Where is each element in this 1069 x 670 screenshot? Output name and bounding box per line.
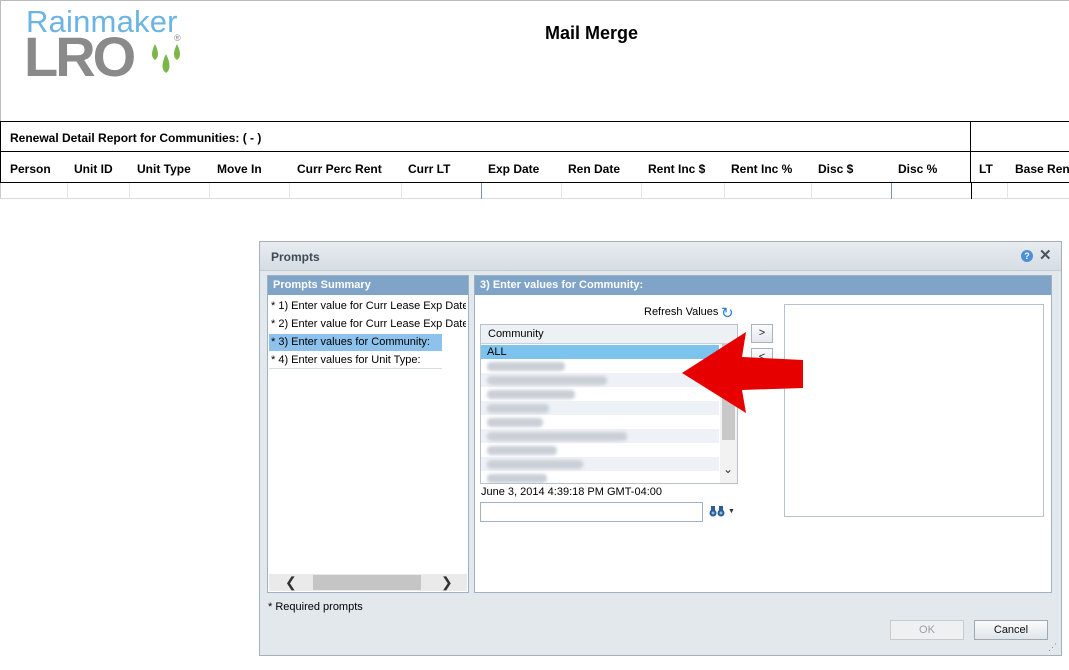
ok-button[interactable]: OK [890,620,964,640]
binoculars-icon[interactable] [709,505,725,520]
report-header-row: Person Unit ID Unit Type Move In Curr Pe… [0,152,1069,183]
close-icon[interactable]: ✕ [1039,246,1052,264]
list-item[interactable] [481,471,719,483]
column-header-person: Person [10,162,51,176]
horizontal-scrollbar[interactable]: ❮ ❯ [269,574,467,591]
prompt-item-community[interactable]: * 3) Enter values for Community: [269,334,442,351]
refresh-values-label[interactable]: Refresh Values [644,306,718,318]
dialog-titlebar[interactable]: Prompts ? ✕ [260,242,1061,271]
list-item[interactable] [481,443,719,457]
refresh-icon[interactable]: ↻ [721,304,734,322]
report-caption: Renewal Detail Report for Communities: (… [10,131,262,145]
column-header-unit-type: Unit Type [137,162,191,176]
cancel-button[interactable]: Cancel [974,620,1048,640]
cell-divider [289,183,290,199]
column-header-lt: LT [979,162,993,176]
prompts-dialog: Prompts ? ✕ Prompts Summary * 1) Enter v… [259,241,1062,656]
column-header-rent-inc-dollar: Rent Inc $ [648,162,706,176]
scrollbar-thumb[interactable] [313,575,421,590]
report-caption-row: Renewal Detail Report for Communities: (… [0,121,1069,152]
cell-divider [401,183,402,199]
dialog-title: Prompts [271,250,320,264]
search-input[interactable] [480,502,703,522]
column-header-rent-inc-pct: Rent Inc % [731,162,793,176]
prompts-summary-panel: Prompts Summary * 1) Enter value for Cur… [267,275,469,593]
cell-divider [561,183,562,199]
column-header-exp-date: Exp Date [488,162,540,176]
cell-divider [67,183,68,199]
column-header-disc-pct: Disc % [898,162,938,176]
list-item[interactable] [481,457,719,471]
page-title: Mail Merge [544,23,639,43]
cell-divider [891,183,892,199]
cell-divider [724,183,725,199]
prompts-summary-header: Prompts Summary [268,276,468,295]
resize-grip-icon[interactable]: ⋰ [1048,642,1057,653]
prompt-item-curr-lease-exp-date-2[interactable]: * 2) Enter value for Curr Lease Exp Date [269,316,466,333]
red-arrow-annotation [682,332,803,413]
list-item[interactable] [481,415,719,429]
column-header-curr-perc-rent: Curr Perc Rent [297,162,382,176]
cell-divider [129,183,130,199]
column-header-move-in: Move In [217,162,262,176]
cell-divider [1007,183,1008,199]
chevron-down-icon[interactable]: ▼ [728,508,735,515]
column-header-disc-dollar: Disc $ [818,162,854,176]
cell-divider [811,183,812,199]
cell-divider [641,183,642,199]
scroll-left-icon[interactable]: ❮ [285,574,297,591]
prompt-values-panel: 3) Enter values for Community: Refresh V… [474,275,1052,593]
refresh-timestamp: June 3, 2014 4:39:18 PM GMT-04:00 [481,486,663,498]
column-header-unit-id: Unit ID [74,162,113,176]
prompt-item-unit-type[interactable]: * 4) Enter values for Unit Type: [269,352,442,369]
column-header-ren-date: Ren Date [568,162,621,176]
scroll-right-icon[interactable]: ❯ [441,574,453,591]
selected-values-list[interactable] [784,304,1044,517]
cell-divider [481,183,482,199]
prompt-item-curr-lease-exp-date-1[interactable]: * 1) Enter value for Curr Lease Exp Date [269,298,466,315]
scroll-down-icon[interactable]: ⌄ [723,462,733,476]
required-prompts-note: * Required prompts [268,601,363,613]
cell-divider [971,183,972,199]
prompt-values-header: 3) Enter values for Community: [475,276,1051,295]
list-item[interactable] [481,429,719,443]
cell-divider [209,183,210,199]
help-icon[interactable]: ? [1021,250,1033,262]
column-header-base-rent: Base Ren [1015,162,1069,176]
column-header-curr-lt: Curr LT [408,162,451,176]
table-row [0,183,1069,199]
report-table: Renewal Detail Report for Communities: (… [0,121,1069,201]
